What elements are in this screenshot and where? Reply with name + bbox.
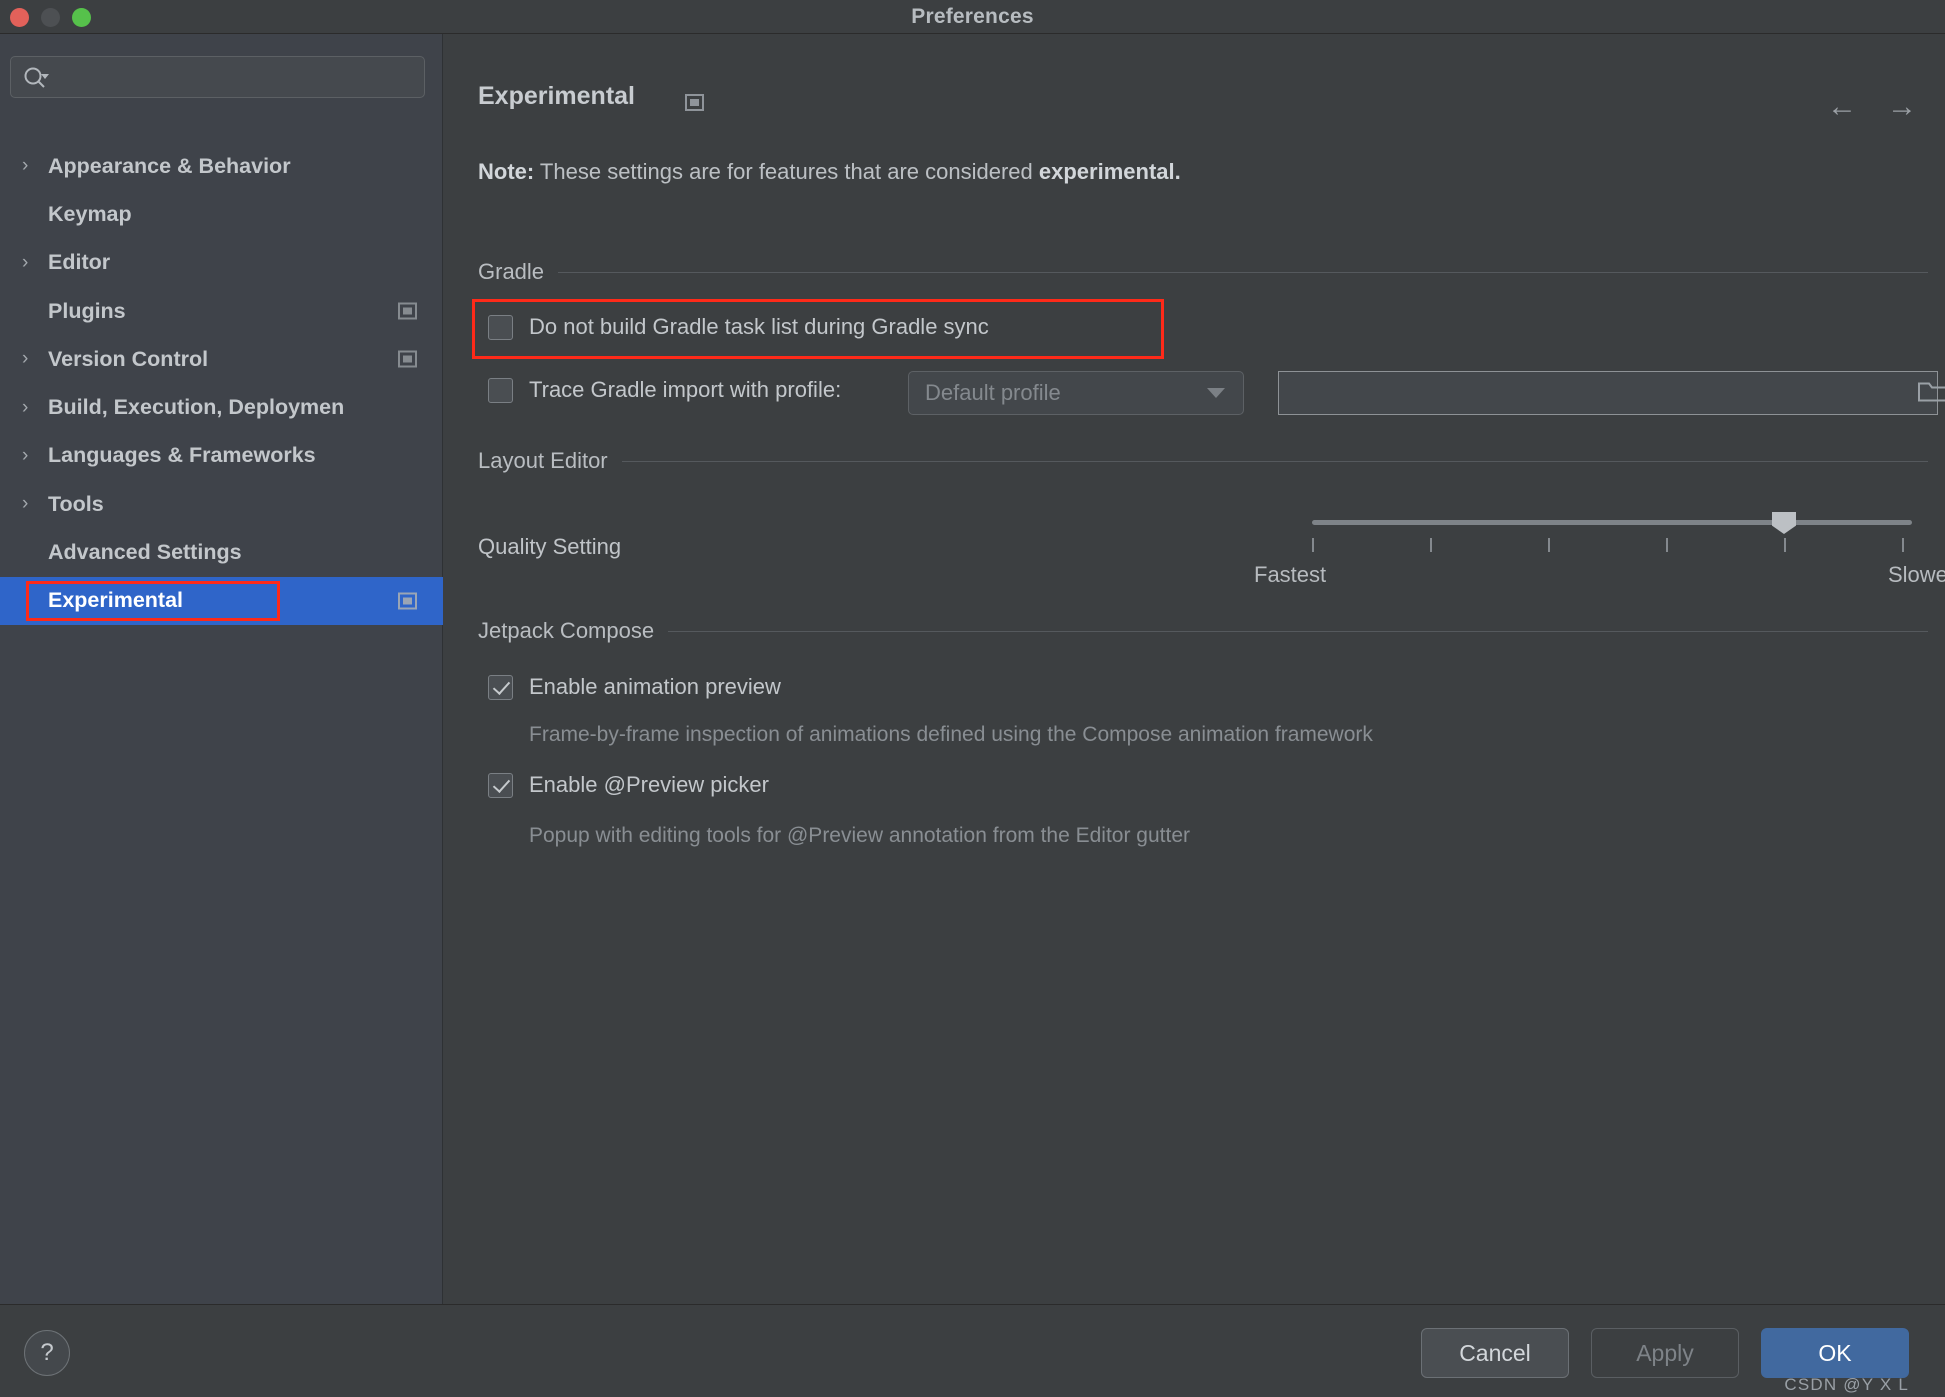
title-bar: Preferences xyxy=(0,0,1945,34)
slider-track[interactable] xyxy=(1312,520,1912,525)
sidebar-item-version-control[interactable]: › Version Control xyxy=(0,335,443,383)
profile-select-value: Default profile xyxy=(925,380,1061,405)
chevron-right-icon: › xyxy=(22,155,29,177)
chevron-down-icon xyxy=(1207,388,1225,398)
section-title: Layout Editor xyxy=(478,448,608,473)
sidebar-item-label: Plugins xyxy=(48,298,126,323)
quality-setting-label: Quality Setting xyxy=(478,534,622,559)
enable-animation-preview-checkbox[interactable] xyxy=(488,674,513,700)
settings-tree: › Appearance & Behavior › Keymap › Edito… xyxy=(0,142,443,625)
footer-button-group: Cancel Apply OK xyxy=(1421,1328,1909,1378)
enable-animation-preview-hint: Frame-by-frame inspection of animations … xyxy=(529,723,1373,746)
window-title: Preferences xyxy=(911,5,1034,28)
search-box[interactable] xyxy=(10,56,425,98)
sidebar-item-label: Version Control xyxy=(48,346,209,371)
sidebar-item-label: Appearance & Behavior xyxy=(48,153,291,178)
help-button[interactable]: ? xyxy=(24,1330,70,1376)
sidebar-item-keymap[interactable]: › Keymap xyxy=(0,190,443,238)
gradle-task-list-row[interactable]: Do not build Gradle task list during Gra… xyxy=(488,314,989,340)
note-text: These settings are for features that are… xyxy=(534,159,1039,184)
enable-animation-preview-row[interactable]: Enable animation preview xyxy=(488,674,781,700)
back-arrow-icon[interactable]: ← xyxy=(1827,92,1857,122)
apply-button[interactable]: Apply xyxy=(1591,1328,1739,1378)
trace-output-path-field[interactable] xyxy=(1278,371,1945,415)
trace-gradle-import-label: Trace Gradle import with profile: xyxy=(529,377,842,402)
panel-badge-icon xyxy=(398,592,417,610)
sidebar-item-label: Build, Execution, Deploymen xyxy=(48,395,345,420)
navigation-arrows: ← → xyxy=(1827,92,1917,122)
section-divider xyxy=(621,460,1928,462)
enable-preview-picker-row[interactable]: Enable @Preview picker xyxy=(488,772,769,798)
section-header-gradle: Gradle xyxy=(478,259,1928,285)
dialog-footer: ? Cancel Apply OK CSDN @Y X L xyxy=(0,1304,1945,1397)
settings-content: Experimental ← → Note: These settings ar… xyxy=(444,34,1945,1304)
chevron-right-icon: › xyxy=(22,396,29,418)
slider-tick xyxy=(1784,538,1786,552)
chevron-right-icon: › xyxy=(22,493,29,515)
slider-tick xyxy=(1548,538,1550,552)
watermark: CSDN @Y X L xyxy=(1784,1375,1909,1394)
section-header-jetpack-compose: Jetpack Compose xyxy=(478,618,1928,644)
slider-tick xyxy=(1666,538,1668,552)
folder-browse-icon[interactable] xyxy=(1917,378,1945,409)
slider-thumb[interactable] xyxy=(1772,512,1796,534)
enable-preview-picker-hint: Popup with editing tools for @Preview an… xyxy=(529,824,1191,847)
chevron-right-icon: › xyxy=(22,444,29,466)
panel-badge-icon xyxy=(398,302,417,320)
section-title: Gradle xyxy=(478,259,545,284)
sidebar-item-label: Editor xyxy=(48,250,111,275)
note-prefix: Note: xyxy=(478,159,535,184)
sidebar-item-advanced-settings[interactable]: › Advanced Settings xyxy=(0,528,443,576)
search-input[interactable] xyxy=(57,57,417,97)
slider-min-label: Fastest xyxy=(1254,562,1327,587)
preferences-dialog: Preferences › Appearance & Behavior Keym… xyxy=(0,0,1945,1397)
sidebar-item-label: Keymap xyxy=(48,201,132,226)
chevron-right-icon: › xyxy=(22,348,29,370)
panel-badge-icon xyxy=(398,350,417,368)
note-emphasis: experimental. xyxy=(1038,159,1181,184)
slider-tick xyxy=(1430,538,1432,552)
sidebar-item-appearance-behavior[interactable]: › Appearance & Behavior xyxy=(0,142,443,190)
search-field-wrapper xyxy=(10,56,425,98)
slider-max-label: Slowest xyxy=(1888,562,1945,587)
section-header-layout-editor: Layout Editor xyxy=(478,448,1928,474)
cancel-button[interactable]: Cancel xyxy=(1421,1328,1569,1378)
trace-gradle-import-checkbox[interactable] xyxy=(488,377,513,403)
forward-arrow-icon[interactable]: → xyxy=(1887,92,1917,122)
search-icon xyxy=(23,66,49,90)
enable-preview-picker-checkbox[interactable] xyxy=(488,772,513,798)
sidebar-item-label: Tools xyxy=(48,491,104,516)
quality-setting-slider[interactable]: Fastest Slowest xyxy=(1254,512,1945,592)
panel-badge-icon xyxy=(685,94,704,111)
settings-sidebar: › Appearance & Behavior › Keymap › Edito… xyxy=(0,34,443,1304)
page-title: Experimental xyxy=(478,82,636,110)
trace-gradle-import-row[interactable]: Trace Gradle import with profile: xyxy=(488,377,841,403)
experimental-note: Note: These settings are for features th… xyxy=(478,159,1181,185)
section-divider xyxy=(668,630,1928,632)
sidebar-item-editor[interactable]: › Editor xyxy=(0,239,443,287)
section-divider xyxy=(558,271,1928,273)
sidebar-item-tools[interactable]: › Tools xyxy=(0,480,443,528)
sidebar-item-label: Languages & Frameworks xyxy=(48,443,316,468)
enable-animation-preview-label: Enable animation preview xyxy=(529,674,781,699)
sidebar-item-build-execution-deployment[interactable]: › Build, Execution, Deploymen xyxy=(0,383,443,431)
sidebar-item-label: Experimental xyxy=(48,588,184,613)
ok-button[interactable]: OK xyxy=(1761,1328,1909,1378)
enable-preview-picker-label: Enable @Preview picker xyxy=(529,772,769,797)
do-not-build-task-list-label: Do not build Gradle task list during Gra… xyxy=(529,314,989,339)
section-title: Jetpack Compose xyxy=(478,618,655,643)
profile-select[interactable]: Default profile xyxy=(908,371,1244,415)
do-not-build-task-list-checkbox[interactable] xyxy=(488,314,513,340)
slider-tick xyxy=(1902,538,1904,552)
chevron-right-icon: › xyxy=(22,251,29,273)
sidebar-item-label: Advanced Settings xyxy=(48,540,242,565)
sidebar-item-plugins[interactable]: › Plugins xyxy=(0,287,443,335)
sidebar-item-languages-frameworks[interactable]: › Languages & Frameworks xyxy=(0,432,443,480)
slider-tick xyxy=(1312,538,1314,552)
sidebar-item-experimental[interactable]: › Experimental xyxy=(0,576,443,625)
